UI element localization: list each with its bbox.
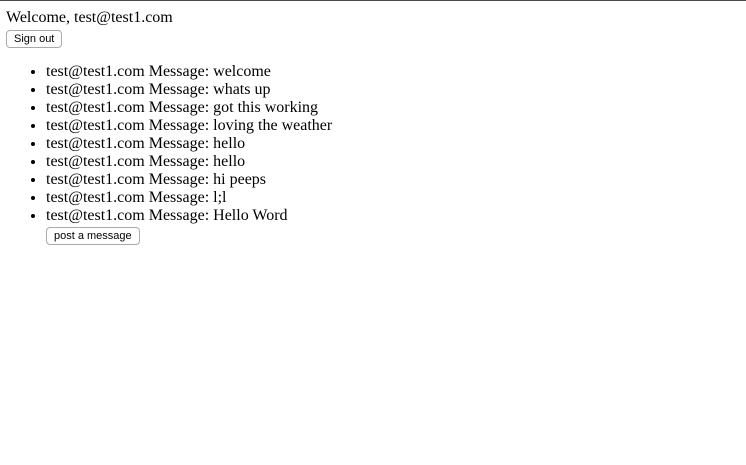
welcome-text: Welcome, test@test1.com [6,9,173,26]
message-item: test@test1.com Message: whats up [46,81,746,99]
sign-out-container: Sign out [6,29,746,48]
message-item: test@test1.com Message: hi peeps [46,171,746,189]
message-item: test@test1.com Message: hello [46,135,746,153]
sign-out-button[interactable]: Sign out [6,30,63,48]
message-item: test@test1.com Message: l;l [46,189,746,207]
message-item: test@test1.com Message: got this working [46,99,746,117]
message-item: test@test1.com Message: hello [46,153,746,171]
message-item: test@test1.com Message: loving the weath… [46,117,746,135]
post-message-button[interactable]: post a message [46,227,140,245]
message-item: test@test1.com Message: Hello Word [46,207,746,225]
post-message-container: post a message [46,226,746,245]
page-container: Welcome, test@test1.com Sign out test@te… [0,1,746,245]
message-list: test@test1.com Message: welcome test@tes… [6,63,746,225]
message-item: test@test1.com Message: welcome [46,63,746,81]
